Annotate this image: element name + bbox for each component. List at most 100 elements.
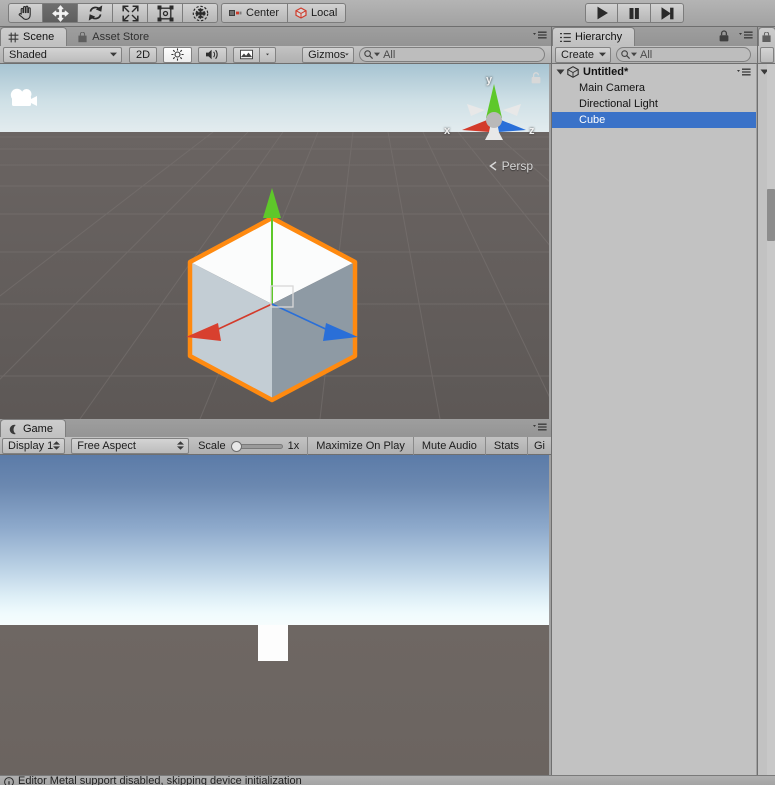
hand-tool-button[interactable] — [8, 3, 43, 23]
play-icon — [597, 6, 608, 20]
scale-label: Scale — [198, 439, 226, 452]
scale-slider-track — [238, 443, 283, 449]
chevron-down-icon — [631, 52, 637, 57]
audio-toggle[interactable] — [198, 46, 228, 63]
tab-asset-store[interactable]: Asset Store — [70, 28, 161, 47]
status-bar[interactable]: Editor Metal support disabled, skipping … — [0, 775, 775, 785]
tab-game[interactable]: Game — [0, 419, 66, 438]
hierarchy-tabbar: Hierarchy — [552, 27, 757, 46]
hierarchy-scene-root[interactable]: Untitled* — [552, 64, 756, 80]
tab-scene-label: Scene — [23, 31, 55, 43]
inspector-tabbar — [758, 27, 775, 46]
scene-panel-menu-button[interactable] — [533, 31, 547, 40]
lock-icon[interactable] — [719, 30, 729, 42]
tab-inspector[interactable] — [758, 27, 775, 46]
display-dropdown[interactable]: Display 1 — [2, 437, 66, 454]
gizmos-dropdown[interactable]: Gizmos — [302, 46, 355, 63]
hamburger-menu-icon — [533, 31, 547, 39]
projection-mode-label[interactable]: Persp — [453, 159, 533, 173]
scene-panel-tabbar: Scene Asset Store — [0, 27, 551, 46]
stats-label: Stats — [493, 439, 519, 452]
inspector-scrollbar-track[interactable] — [767, 64, 775, 785]
scene-view-toolbar: Shaded 2D Gizmos All — [0, 46, 551, 64]
camera-gizmo-icon[interactable] — [8, 86, 40, 112]
rotate-tool-button[interactable] — [78, 3, 113, 23]
scene-context-menu-button[interactable] — [737, 68, 751, 77]
inspector-create-dropdown[interactable] — [760, 46, 774, 63]
mute-audio-toggle[interactable]: Mute Audio — [412, 436, 485, 455]
stats-toggle[interactable]: Stats — [484, 436, 527, 455]
rotate-icon — [88, 5, 102, 21]
scale-value: 1x — [287, 439, 300, 452]
maximize-on-play-toggle[interactable]: Maximize On Play — [307, 436, 413, 455]
scene-search-input[interactable]: All — [359, 47, 545, 62]
hand-icon — [18, 5, 31, 20]
move-gizmo[interactable] — [160, 182, 390, 419]
scale-slider[interactable] — [230, 440, 283, 452]
hierarchy-search-input[interactable]: All — [616, 47, 751, 62]
hierarchy-tree[interactable]: Untitled* Main Camera Directional Light … — [552, 64, 756, 785]
transform-tool-button[interactable] — [183, 3, 218, 23]
scene-orientation-gizmo[interactable]: y x z — [444, 74, 535, 156]
hierarchy-item-label: Cube — [579, 114, 606, 126]
game-panel-menu-button[interactable] — [533, 423, 547, 432]
info-icon — [4, 777, 14, 785]
scene-viewport[interactable]: y x z Persp — [0, 64, 549, 419]
hierarchy-item-main-camera[interactable]: Main Camera — [552, 80, 756, 96]
step-button[interactable] — [651, 3, 684, 23]
inspector-toolbar — [758, 46, 775, 64]
game-gizmos-label: Gi — [534, 439, 545, 452]
pause-button[interactable] — [618, 3, 651, 23]
rect-tool-button[interactable] — [148, 3, 183, 23]
pivot-mode-button[interactable]: Center — [221, 3, 289, 23]
pivot-rotation-label: Local — [311, 7, 338, 19]
move-tool-button[interactable] — [43, 3, 78, 23]
scale-slider-group[interactable]: Scale 1x — [198, 438, 299, 454]
chevron-left-icon — [489, 161, 497, 171]
status-message: Editor Metal support disabled, skipping … — [18, 775, 302, 785]
transform-combined-icon — [192, 5, 208, 21]
lighting-toggle[interactable] — [163, 46, 193, 63]
gizmo-handle-y — [263, 188, 281, 218]
play-button[interactable] — [585, 3, 618, 23]
hierarchy-item-directional-light[interactable]: Directional Light — [552, 96, 756, 112]
game-gizmos-dropdown[interactable]: Gi — [527, 436, 551, 455]
transform-tools-group — [8, 3, 218, 23]
speaker-icon — [206, 49, 218, 60]
scale-tool-button[interactable] — [113, 3, 148, 23]
effects-dropdown[interactable] — [260, 46, 277, 63]
aspect-ratio-dropdown[interactable]: Free Aspect — [71, 437, 190, 454]
draw-mode-dropdown[interactable]: Shaded — [3, 46, 122, 63]
tab-scene[interactable]: Scene — [0, 27, 68, 46]
game-panel-tabbar: Game — [0, 419, 551, 438]
game-viewport[interactable] — [0, 455, 549, 775]
game-rendered-cube — [258, 625, 288, 661]
maximize-label: Maximize On Play — [316, 439, 405, 452]
unity-scene-icon — [567, 66, 579, 78]
hierarchy-item-cube[interactable]: Cube — [552, 112, 756, 128]
pivot-rotation-button[interactable]: Local — [288, 3, 347, 23]
mode-2d-toggle[interactable]: 2D — [129, 46, 158, 63]
scene-search-placeholder: All — [383, 48, 396, 61]
inspector-scrollbar-thumb[interactable] — [767, 189, 775, 241]
selected-cube-object[interactable] — [185, 188, 365, 414]
hierarchy-list-icon — [560, 32, 571, 42]
rect-transform-icon — [157, 5, 173, 21]
lock-icon[interactable] — [531, 72, 541, 84]
main-toolbar: Center Local — [0, 0, 775, 27]
move-arrows-icon — [51, 4, 69, 22]
disclosure-triangle-icon[interactable] — [556, 69, 565, 75]
hierarchy-menu-button[interactable] — [739, 31, 753, 40]
hamburger-menu-icon — [739, 31, 753, 39]
effects-toggle[interactable] — [233, 46, 261, 63]
scale-slider-thumb[interactable] — [230, 440, 242, 452]
draw-mode-label: Shaded — [9, 48, 47, 61]
hierarchy-item-label: Directional Light — [579, 98, 658, 110]
mute-label: Mute Audio — [421, 439, 477, 452]
create-dropdown[interactable]: Create — [555, 46, 611, 63]
local-rotation-icon — [295, 7, 307, 19]
tab-hierarchy-label: Hierarchy — [575, 31, 623, 43]
chevron-down-icon — [345, 53, 350, 56]
updown-arrows-icon — [177, 441, 185, 450]
tab-hierarchy[interactable]: Hierarchy — [552, 27, 636, 46]
